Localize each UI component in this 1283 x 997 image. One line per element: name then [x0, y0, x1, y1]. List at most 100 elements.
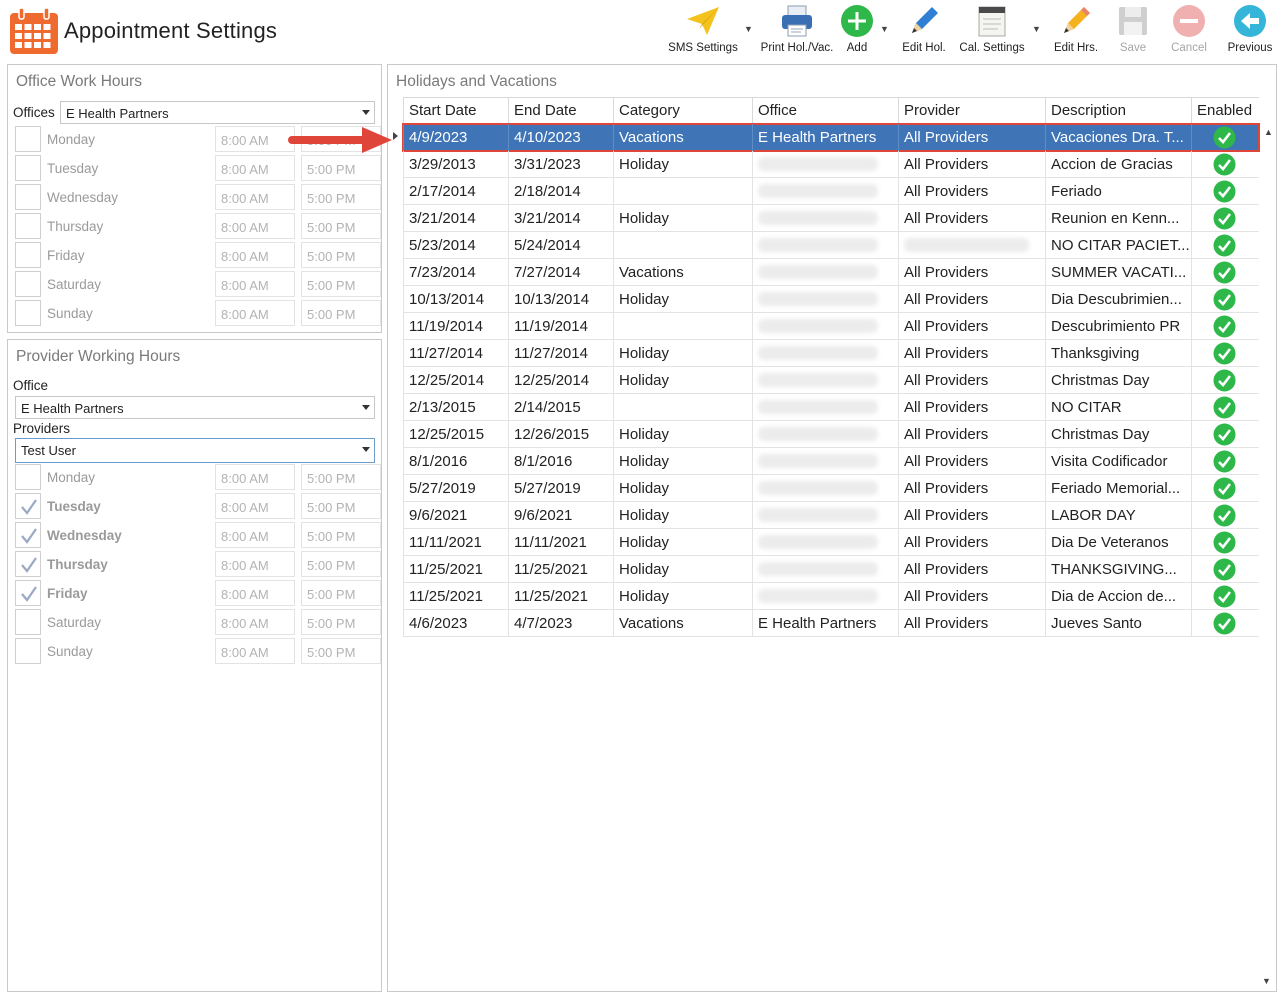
day-checkbox-sunday[interactable] [15, 300, 41, 326]
cell-enabled[interactable] [1191, 556, 1259, 583]
start-time-field[interactable]: 8:00 AM [215, 609, 295, 635]
table-row[interactable]: 11/25/2021 11/25/2021 Holiday All Providers… [403, 556, 1259, 583]
edit-holiday-button[interactable]: Edit Hol. [898, 3, 950, 59]
provider-office-select[interactable]: E Health Partners [15, 396, 375, 419]
end-time-field[interactable]: 5:00 PM [301, 638, 381, 664]
start-time-field[interactable]: 8:00 AM [215, 464, 295, 490]
table-row[interactable]: 12/25/2014 12/25/2014 Holiday All Providers… [403, 367, 1259, 394]
end-time-field[interactable]: 5:00 PM [301, 551, 381, 577]
start-time-field[interactable]: 8:00 AM [215, 522, 295, 548]
day-checkbox-friday[interactable] [15, 242, 41, 268]
start-time-field[interactable]: 8:00 AM [215, 126, 295, 152]
start-time-field[interactable]: 8:00 AM [215, 271, 295, 297]
end-time-field[interactable]: 5:00 PM [301, 464, 381, 490]
table-row[interactable]: 2/17/2014 2/18/2014 All Providers Feriado [403, 178, 1259, 205]
print-holidays-button[interactable]: Print Hol./Vac. [757, 3, 837, 59]
start-time-field[interactable]: 8:00 AM [215, 300, 295, 326]
day-checkbox-sunday[interactable] [15, 638, 41, 664]
table-row[interactable]: 5/27/2019 5/27/2019 Holiday All Providers Fe… [403, 475, 1259, 502]
column-header-office[interactable]: Office [752, 98, 898, 124]
day-checkbox-thursday[interactable] [15, 551, 41, 577]
table-row[interactable]: 4/9/2023 4/10/2023 Vacations E Health Partn… [402, 123, 1260, 152]
cancel-button[interactable]: Cancel [1167, 3, 1211, 59]
column-header-end-date[interactable]: End Date [508, 98, 613, 124]
start-time-field[interactable]: 8:00 AM [215, 638, 295, 664]
table-row[interactable]: 3/21/2014 3/21/2014 Holiday All Providers Re… [403, 205, 1259, 232]
table-row[interactable]: 5/23/2014 5/24/2014 NO CITAR PACIET... [403, 232, 1259, 259]
cell-enabled[interactable] [1191, 610, 1259, 637]
table-row[interactable]: 7/23/2014 7/27/2014 Vacations All Providers… [403, 259, 1259, 286]
column-header-start-date[interactable]: Start Date [403, 98, 508, 124]
end-time-field[interactable]: 5:00 PM [301, 522, 381, 548]
end-time-field[interactable]: 5:00 PM [301, 213, 381, 239]
table-row[interactable]: 9/6/2021 9/6/2021 Holiday All Providers LABO… [403, 502, 1259, 529]
table-row[interactable]: 2/13/2015 2/14/2015 All Providers NO CITAR [403, 394, 1259, 421]
calendar-settings-button[interactable]: Cal. Settings [956, 3, 1028, 59]
cell-enabled[interactable] [1191, 502, 1259, 529]
start-time-field[interactable]: 8:00 AM [215, 213, 295, 239]
cell-enabled[interactable] [1191, 583, 1259, 610]
offices-select[interactable]: E Health Partners [60, 101, 375, 124]
table-row[interactable]: 11/19/2014 11/19/2014 All Providers Descubr… [403, 313, 1259, 340]
column-header-enabled[interactable]: Enabled [1191, 98, 1259, 124]
cell-enabled[interactable] [1191, 124, 1259, 151]
scroll-down-icon[interactable]: ▼ [1262, 976, 1271, 986]
day-checkbox-thursday[interactable] [15, 213, 41, 239]
column-header-provider[interactable]: Provider [898, 98, 1045, 124]
cell-enabled[interactable] [1191, 259, 1259, 286]
table-row[interactable]: 8/1/2016 8/1/2016 Holiday All Providers Visi… [403, 448, 1259, 475]
table-row[interactable]: 3/29/2013 3/31/2023 Holiday All Providers Ac… [403, 151, 1259, 178]
end-time-field[interactable]: 5:00 PM [301, 493, 381, 519]
day-checkbox-tuesday[interactable] [15, 493, 41, 519]
end-time-field[interactable]: 5:00 PM [301, 609, 381, 635]
cell-enabled[interactable] [1191, 448, 1259, 475]
end-time-field[interactable]: 5:00 PM [301, 580, 381, 606]
cell-enabled[interactable] [1191, 151, 1259, 178]
previous-button[interactable]: Previous [1225, 3, 1275, 59]
end-time-field[interactable]: 5:00 PM [301, 300, 381, 326]
day-checkbox-wednesday[interactable] [15, 184, 41, 210]
add-button[interactable]: Add [838, 3, 876, 59]
cell-enabled[interactable] [1191, 367, 1259, 394]
end-time-field[interactable]: 5:00 PM [301, 155, 381, 181]
cell-enabled[interactable] [1191, 394, 1259, 421]
day-checkbox-tuesday[interactable] [15, 155, 41, 181]
start-time-field[interactable]: 8:00 AM [215, 155, 295, 181]
table-row[interactable]: 4/6/2023 4/7/2023 Vacations E Health Partne… [403, 610, 1259, 637]
day-checkbox-saturday[interactable] [15, 609, 41, 635]
start-time-field[interactable]: 8:00 AM [215, 551, 295, 577]
column-header-description[interactable]: Description [1045, 98, 1191, 124]
table-row[interactable]: 11/27/2014 11/27/2014 Holiday All Providers… [403, 340, 1259, 367]
scroll-up-icon[interactable]: ▲ [1264, 127, 1273, 137]
cell-enabled[interactable] [1191, 529, 1259, 556]
start-time-field[interactable]: 8:00 AM [215, 580, 295, 606]
calendar-settings-dropdown-icon[interactable]: ▼ [1032, 25, 1041, 34]
sms-settings-button[interactable]: SMS Settings [666, 3, 740, 59]
table-row[interactable]: 10/13/2014 10/13/2014 Holiday All Providers… [403, 286, 1259, 313]
cell-enabled[interactable] [1191, 232, 1259, 259]
cell-enabled[interactable] [1191, 178, 1259, 205]
table-row[interactable]: 11/25/2021 11/25/2021 Holiday All Providers… [403, 583, 1259, 610]
day-checkbox-wednesday[interactable] [15, 522, 41, 548]
start-time-field[interactable]: 8:00 AM [215, 242, 295, 268]
end-time-field[interactable]: 5:00 PM [301, 271, 381, 297]
cell-enabled[interactable] [1191, 475, 1259, 502]
start-time-field[interactable]: 8:00 AM [215, 493, 295, 519]
column-header-category[interactable]: Category [613, 98, 752, 124]
day-checkbox-friday[interactable] [15, 580, 41, 606]
day-checkbox-monday[interactable] [15, 126, 41, 152]
cell-enabled[interactable] [1191, 340, 1259, 367]
cell-enabled[interactable] [1191, 421, 1259, 448]
save-button[interactable]: Save [1113, 3, 1153, 59]
cell-enabled[interactable] [1191, 205, 1259, 232]
end-time-field[interactable]: 5:00 PM [301, 242, 381, 268]
table-row[interactable]: 12/25/2015 12/26/2015 Holiday All Providers… [403, 421, 1259, 448]
day-checkbox-saturday[interactable] [15, 271, 41, 297]
start-time-field[interactable]: 8:00 AM [215, 184, 295, 210]
day-checkbox-monday[interactable] [15, 464, 41, 490]
sms-settings-dropdown-icon[interactable]: ▼ [744, 25, 753, 34]
table-row[interactable]: 11/11/2021 11/11/2021 Holiday All Providers… [403, 529, 1259, 556]
providers-select[interactable]: Test User [15, 438, 375, 463]
add-dropdown-icon[interactable]: ▼ [880, 25, 889, 34]
end-time-field[interactable]: 5:00 PM [301, 184, 381, 210]
